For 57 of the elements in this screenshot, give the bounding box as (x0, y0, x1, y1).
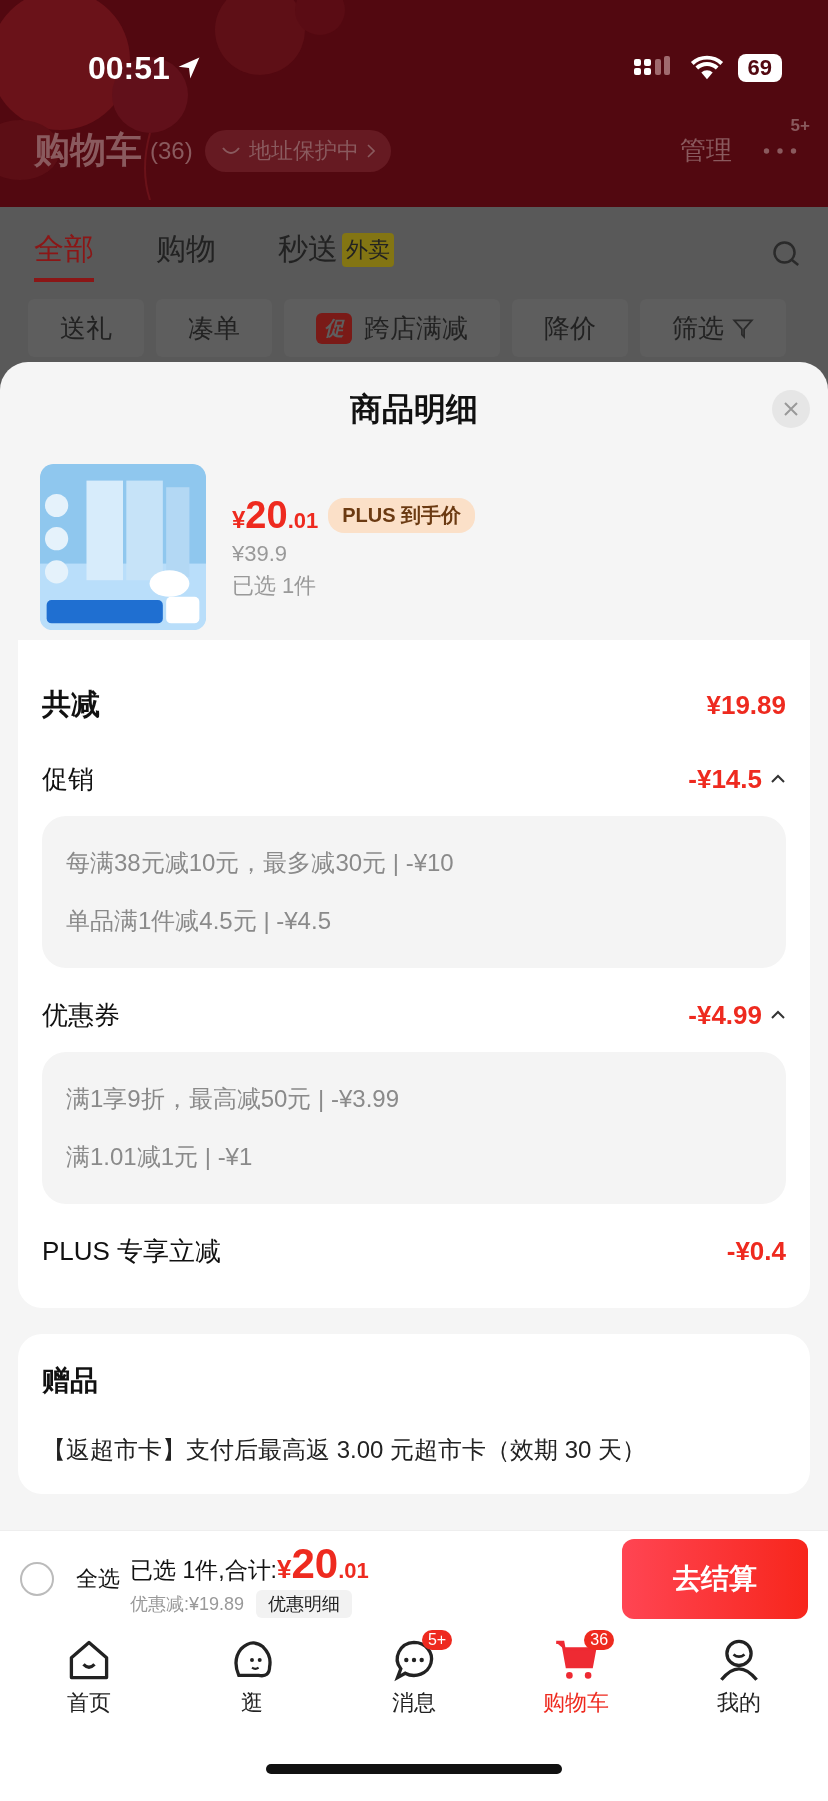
discount-item: 满1享9折，最高减50元 | -¥3.99 (66, 1084, 400, 1114)
row-label: 优惠券 (42, 998, 120, 1032)
expand-toggle[interactable]: -¥4.99 (688, 999, 786, 1031)
filter-chip[interactable]: 降价 (512, 299, 628, 357)
promo-tag: 促 (316, 312, 352, 344)
filter-chip[interactable]: 送礼 (28, 299, 144, 357)
nav-tab[interactable]: 我的 (678, 1626, 799, 1736)
filter-chip[interactable]: 凑单 (156, 299, 272, 357)
discount-detail-button[interactable]: 优惠明细 (256, 1589, 353, 1618)
nav-tab[interactable]: 首页 (29, 1626, 150, 1736)
wifi-icon (689, 55, 724, 81)
more-icon[interactable] (762, 145, 798, 156)
original-price: ¥39.9 (232, 540, 289, 567)
page-title: 购物车 (34, 128, 142, 172)
row-amount: -¥0.4 (726, 1235, 786, 1267)
row-label: 促销 (42, 762, 94, 796)
total-price: ¥20.01 (276, 1539, 369, 1588)
clock-time: 00:51 (88, 49, 170, 87)
select-all-label: 全选 (76, 1564, 120, 1593)
nav-tab[interactable]: 5+ 消息 (353, 1626, 474, 1736)
product-price: ¥20.01 (232, 493, 319, 537)
discount-item: 满1.01减1元 | -¥1 (66, 1142, 254, 1172)
selected-summary: 已选 1件,合计: (130, 1555, 277, 1585)
delivery-tag: 外卖 (342, 233, 394, 267)
notification-count: 5+ (790, 115, 810, 136)
cart-count: (36) (150, 136, 193, 165)
category-tab[interactable]: 秒送 (278, 228, 338, 282)
price-label-tag: PLUS 到手价 (328, 497, 476, 533)
row-label: 共减 (42, 687, 100, 722)
manage-button[interactable]: 管理 (680, 133, 732, 168)
chevron-right-icon (366, 143, 375, 158)
count-badge: 36 (584, 1630, 615, 1650)
select-all-checkbox[interactable] (20, 1561, 54, 1596)
row-amount: ¥19.89 (706, 689, 786, 721)
gift-description: 【返超市卡】支付后最高返 3.00 元超市卡（效期 30 天） (42, 1435, 648, 1465)
discount-total: 优惠减:¥19.89 (130, 1592, 245, 1616)
count-badge: 5+ (421, 1630, 453, 1650)
battery-level: 69 (737, 54, 782, 82)
selected-count: 已选 1件 (232, 571, 318, 600)
filter-icon (732, 317, 754, 339)
nav-tab[interactable]: 逛 (191, 1626, 312, 1736)
row-label: PLUS 专享立减 (42, 1234, 222, 1268)
chevron-up-icon (770, 1010, 786, 1020)
discount-item: 每满38元减10元，最多减30元 | -¥10 (66, 848, 455, 878)
gift-title: 赠品 (42, 1364, 99, 1398)
filter-chip[interactable]: 促 跨店满减 (284, 299, 500, 357)
category-tab[interactable]: 全部 (34, 228, 94, 282)
expand-toggle[interactable]: -¥14.5 (688, 763, 786, 795)
discount-item: 单品满1件减4.5元 | -¥4.5 (66, 906, 332, 936)
filter-chip[interactable]: 筛选 (640, 299, 786, 357)
sheet-title: 商品明细 (350, 390, 478, 429)
chevron-up-icon (770, 774, 786, 784)
nav-tab[interactable]: 36 购物车 (516, 1626, 637, 1736)
category-tab[interactable]: 购物 (156, 228, 216, 282)
close-button[interactable] (772, 390, 810, 428)
checkout-button[interactable]: 去结算 (622, 1538, 808, 1619)
address-protection-badge[interactable]: 地址保护中 (204, 129, 391, 172)
